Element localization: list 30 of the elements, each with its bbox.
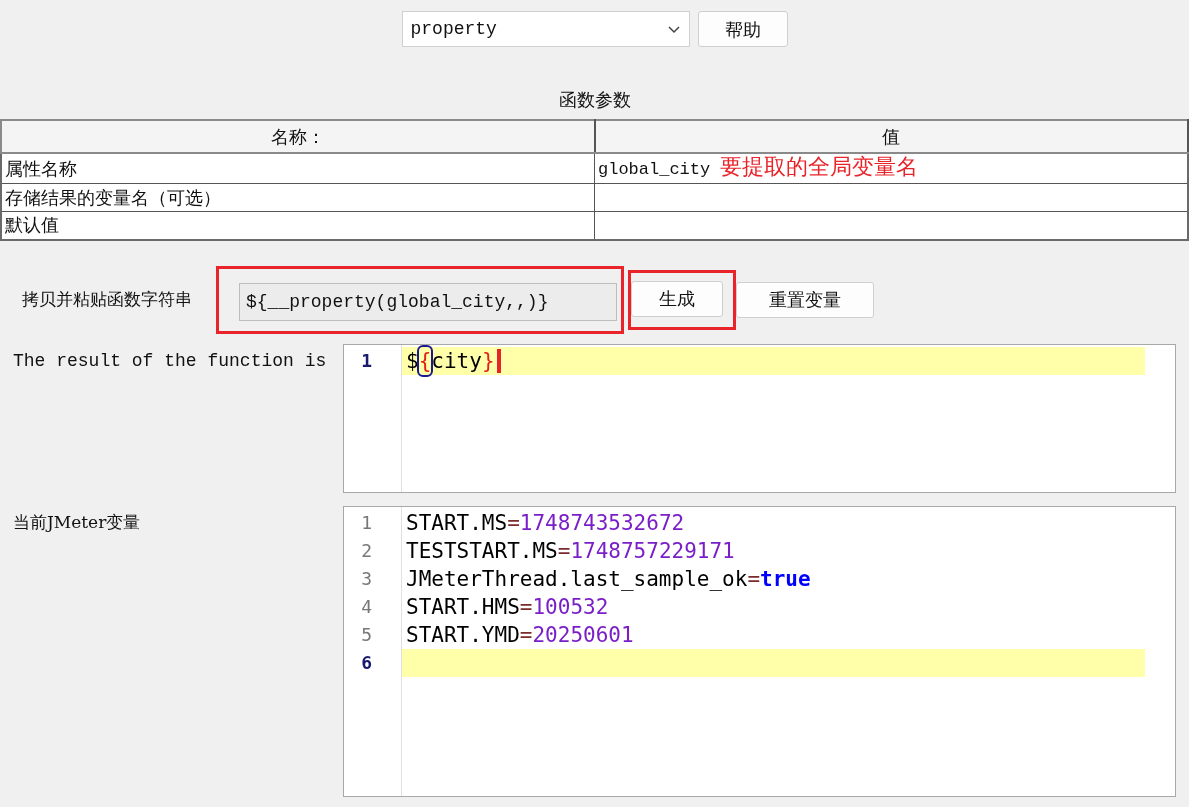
function-dropdown[interactable]: property bbox=[401, 11, 690, 47]
annotation-text: 要提取的全局变量名 bbox=[720, 154, 919, 179]
code-line: START.HMS=100532 bbox=[405, 593, 610, 621]
reset-variables-button[interactable]: 重置变量 bbox=[736, 281, 874, 318]
table-cell: 存储结果的变量名（可选） bbox=[1, 183, 595, 212]
code-line: START.MS=1748743532672 bbox=[405, 509, 686, 537]
code-editor[interactable]: 1 ${city} bbox=[343, 343, 1176, 493]
function-string-field[interactable]: ${__property(global_city,,)} bbox=[239, 282, 617, 321]
generate-button[interactable]: 生成 bbox=[631, 280, 723, 317]
code-line: TESTSTART.MS=1748757229171 bbox=[405, 537, 736, 565]
column-header: 名称： bbox=[1, 120, 595, 153]
code-line: JMeterThread.last_sample_ok=true bbox=[405, 565, 812, 593]
line-number: 6 bbox=[360, 650, 373, 675]
line-number: 2 bbox=[360, 538, 373, 563]
code-editor[interactable]: 1 2 3 4 5 6 START.MS=1748743532672 TESTSTART.MS=1748757229171 JMeterThread.last_sample_ok=true START.HMS=100532 START.YMD=20250601 bbox=[343, 505, 1176, 797]
line-number: 3 bbox=[360, 566, 373, 591]
column-header: 值 bbox=[594, 120, 1188, 153]
editor-label: The result of the function is bbox=[12, 349, 328, 373]
help-button[interactable]: 帮助 bbox=[697, 11, 788, 47]
table-cell: 属性名称 bbox=[1, 153, 595, 184]
line-number: 4 bbox=[360, 594, 373, 619]
chevron-down-icon bbox=[666, 24, 681, 34]
line-number: 1 bbox=[360, 348, 373, 373]
field-label: 拷贝并粘贴函数字符串 bbox=[21, 287, 193, 311]
line-number: 5 bbox=[360, 622, 373, 647]
code-line: START.YMD=20250601 bbox=[405, 621, 635, 649]
table-cell: global_city bbox=[598, 160, 711, 179]
line-number: 1 bbox=[360, 510, 373, 535]
section-title: 函数参数 bbox=[557, 88, 632, 112]
editor-label: 当前JMeter变量 bbox=[12, 510, 142, 534]
